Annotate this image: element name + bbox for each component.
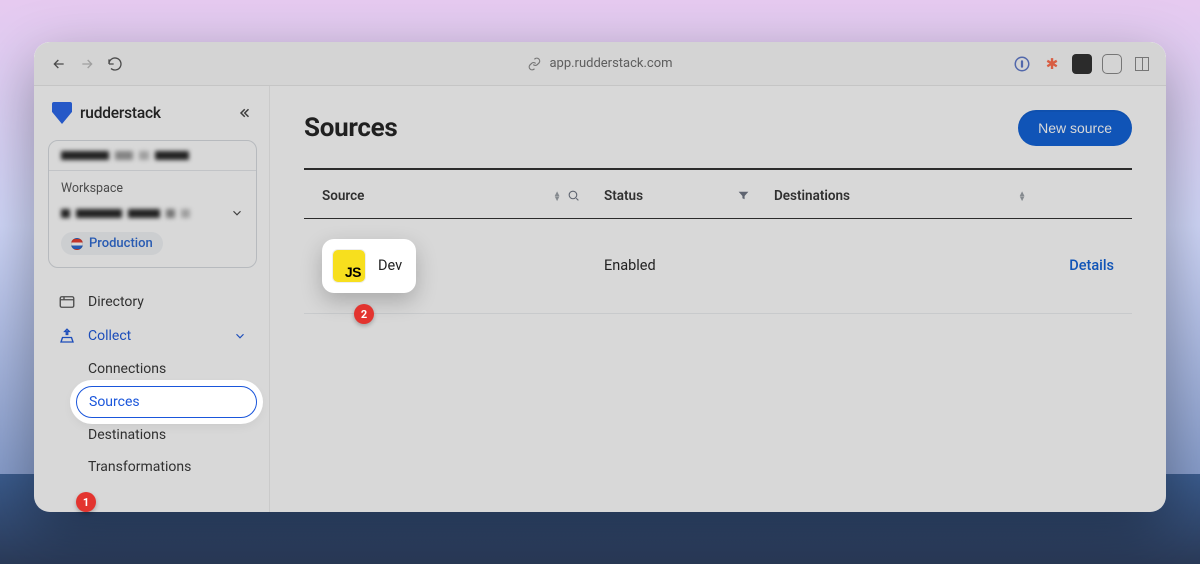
nav-forward-button[interactable]: [76, 53, 98, 75]
brand-name: rudderstack: [80, 104, 161, 122]
table-row[interactable]: JS Dev Enabled Details: [304, 219, 1132, 314]
sidebar-subitem-destinations[interactable]: Destinations: [76, 420, 257, 450]
sidebar-item-directory[interactable]: Directory: [48, 286, 257, 318]
source-status: Enabled: [604, 257, 774, 274]
sidebar-item-label: Collect: [88, 328, 131, 344]
sidebar-subitem-label: Sources: [89, 394, 140, 410]
sidebar-subitem-sources[interactable]: Sources: [76, 386, 257, 418]
url-host: app.rudderstack.com: [549, 56, 672, 71]
annotation-badge-1: 1: [76, 492, 96, 512]
page-title: Sources: [304, 113, 397, 143]
extension-star-icon[interactable]: ✱: [1042, 54, 1062, 74]
sidebar-item-label: Directory: [88, 294, 144, 310]
sidebar-subitem-connections[interactable]: Connections: [76, 354, 257, 384]
main-content: Sources New source Source ▲▼ Status D: [270, 86, 1166, 512]
sidebar-subitem-label: Destinations: [88, 427, 166, 443]
sidebar-item-collect[interactable]: Collect: [48, 320, 257, 352]
browser-chrome: app.rudderstack.com ✱: [34, 42, 1166, 86]
extension-box-icon[interactable]: [1102, 54, 1122, 74]
workspace-label: Workspace: [61, 181, 244, 196]
javascript-icon: JS: [332, 249, 366, 283]
sidebar-subitem-transformations[interactable]: Transformations: [76, 452, 257, 482]
extension-1password-icon[interactable]: [1012, 54, 1032, 74]
table-header-row: Source ▲▼ Status Destinations ▲▼: [304, 170, 1132, 219]
source-name: Dev: [378, 257, 402, 274]
details-link[interactable]: Details: [1034, 257, 1114, 274]
environment-pill[interactable]: Production: [61, 232, 163, 255]
nav-list: Directory Collect Connections: [48, 286, 257, 482]
filter-icon[interactable]: [737, 189, 750, 202]
workspace-card[interactable]: Workspace Production: [48, 140, 257, 268]
chevron-down-icon: [233, 329, 247, 343]
sidebar-subitem-label: Transformations: [88, 459, 191, 475]
environment-flag-icon: [71, 238, 83, 250]
environment-label: Production: [89, 236, 153, 251]
workspace-name-redacted: [61, 209, 190, 218]
browser-window: app.rudderstack.com ✱ rudderstack: [34, 42, 1166, 512]
new-source-button[interactable]: New source: [1018, 110, 1132, 146]
tab-overview-icon[interactable]: [1132, 54, 1152, 74]
sidebar-collapse-button[interactable]: [235, 104, 253, 122]
collect-icon: [58, 327, 76, 345]
column-header-status[interactable]: Status: [604, 188, 643, 204]
link-icon: [527, 57, 541, 71]
annotation-badge-2: 2: [354, 304, 374, 324]
account-name-redacted: [61, 151, 244, 160]
chevron-down-icon: [230, 206, 244, 220]
extension-dark-icon[interactable]: [1072, 54, 1092, 74]
nav-reload-button[interactable]: [104, 53, 126, 75]
url-bar[interactable]: app.rudderstack.com: [527, 56, 672, 71]
brand-logo-block[interactable]: rudderstack: [52, 102, 161, 124]
sidebar: rudderstack Workspace: [34, 86, 270, 512]
source-chip[interactable]: JS Dev: [322, 239, 416, 293]
search-icon[interactable]: [567, 189, 580, 202]
sort-icon[interactable]: ▲▼: [1018, 191, 1026, 201]
column-header-source[interactable]: Source: [322, 188, 364, 204]
sidebar-subitem-label: Connections: [88, 361, 166, 377]
rudderstack-logo-icon: [52, 102, 72, 124]
column-header-destinations[interactable]: Destinations: [774, 188, 850, 204]
nav-back-button[interactable]: [48, 53, 70, 75]
directory-icon: [58, 293, 76, 311]
sort-icon[interactable]: ▲▼: [553, 191, 561, 201]
